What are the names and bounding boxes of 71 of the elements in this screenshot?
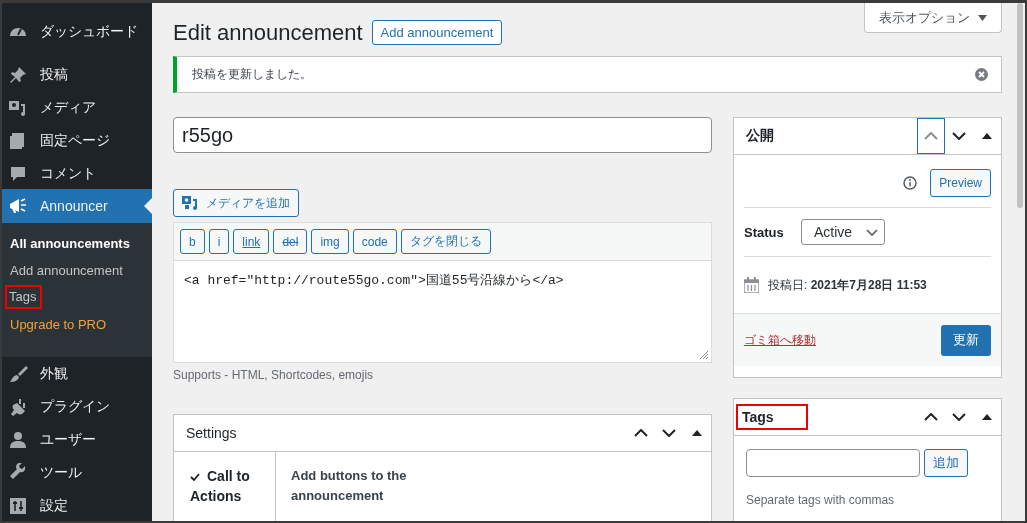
- submenu-item[interactable]: All announcements: [2, 230, 152, 257]
- format-button[interactable]: img: [311, 229, 349, 254]
- menu-item[interactable]: メディア: [2, 91, 152, 124]
- status-label: Status: [744, 224, 785, 240]
- editor-content: <a href="http://route55go.com">国道55号沿線から</a>: [184, 273, 564, 288]
- media-icon: [182, 195, 198, 211]
- chevron-down-icon: [866, 228, 878, 236]
- caret-down-icon: [978, 14, 987, 21]
- title-field[interactable]: r55go: [173, 117, 712, 153]
- triangle-up-icon: [982, 133, 992, 139]
- format-button[interactable]: タグを閉じる: [400, 229, 491, 254]
- panel-title: Tags: [738, 406, 806, 428]
- submenu-item[interactable]: Tags: [7, 287, 41, 307]
- settings-description: Add buttons to the announcement: [290, 467, 408, 505]
- chevron-down-icon: [952, 132, 966, 140]
- panel-title: Settings: [186, 425, 237, 441]
- settings-tab-label: Call to Actions: [190, 468, 250, 504]
- brush-icon: [8, 363, 28, 384]
- menu-item[interactable]: コメント: [2, 157, 152, 190]
- menu-item[interactable]: プラグイン: [2, 390, 152, 423]
- menu-item[interactable]: ダッシュボード: [2, 15, 152, 48]
- menu-item[interactable]: 外観: [2, 357, 152, 390]
- status-dropdown[interactable]: Active: [801, 219, 885, 245]
- menu-item[interactable]: 投稿: [2, 58, 152, 91]
- editor-hint: Supports - HTML, Shortcodes, emojis: [173, 368, 375, 382]
- menu-item[interactable]: Announcer: [2, 189, 152, 223]
- preview-button[interactable]: Preview: [930, 169, 991, 197]
- notice-message: 投稿を更新しました。: [192, 66, 312, 83]
- chevron-down-icon: [662, 429, 676, 437]
- format-button[interactable]: i: [208, 229, 230, 254]
- sliders-icon: [8, 495, 28, 516]
- settings-tab[interactable]: Call to Actions: [174, 452, 276, 521]
- pin-icon: [8, 64, 28, 85]
- chevron-down-icon: [952, 413, 966, 421]
- menu-item[interactable]: ツール: [2, 456, 152, 489]
- format-button[interactable]: b: [180, 229, 205, 254]
- screen-options-button[interactable]: 表示オプション: [864, 3, 1002, 33]
- add-tag-button[interactable]: 追加: [924, 449, 968, 477]
- triangle-up-icon: [692, 430, 702, 436]
- add-announcement-button[interactable]: Add announcement: [371, 20, 503, 45]
- chevron-up-icon: [634, 429, 648, 437]
- add-media-button[interactable]: メディアを追加: [173, 189, 299, 217]
- menu-item[interactable]: 設定: [2, 489, 152, 521]
- content-editor[interactable]: <a href="http://route55go.com">国道55号沿線から</a>: [174, 261, 711, 362]
- menu-item[interactable]: ユーザー: [2, 423, 152, 456]
- page-title: Edit announcement: [173, 19, 363, 46]
- submenu-item[interactable]: Add announcement: [2, 257, 152, 284]
- calendar-icon: [744, 277, 759, 293]
- format-button[interactable]: link: [233, 229, 270, 254]
- dismiss-icon[interactable]: [975, 68, 988, 81]
- tag-field[interactable]: [746, 449, 920, 477]
- submenu-item[interactable]: Upgrade to PRO: [2, 311, 152, 338]
- menu-item[interactable]: 固定ページ: [2, 124, 152, 157]
- format-button[interactable]: code: [352, 229, 397, 254]
- resize-handle-icon: [698, 349, 708, 359]
- move-up-button[interactable]: [917, 118, 945, 154]
- triangle-up-icon: [982, 414, 992, 420]
- current-pointer-icon: [144, 198, 152, 214]
- person-icon: [8, 429, 28, 450]
- info-icon: [903, 176, 918, 190]
- chevron-up-icon: [924, 132, 938, 140]
- dropdown-value: Active: [814, 224, 853, 240]
- tags-hint: Separate tags with commas: [745, 492, 896, 507]
- publish-date: 投稿日: 2021年7月28日 11:53: [768, 276, 927, 294]
- trash-link[interactable]: ゴミ箱へ移動: [744, 331, 816, 349]
- format-button[interactable]: del: [273, 229, 308, 254]
- chevron-up-icon: [924, 413, 938, 421]
- panel-title: 公開: [746, 127, 774, 145]
- megaphone-icon: [8, 196, 28, 216]
- update-button[interactable]: 更新: [941, 324, 991, 356]
- plug-icon: [8, 396, 28, 417]
